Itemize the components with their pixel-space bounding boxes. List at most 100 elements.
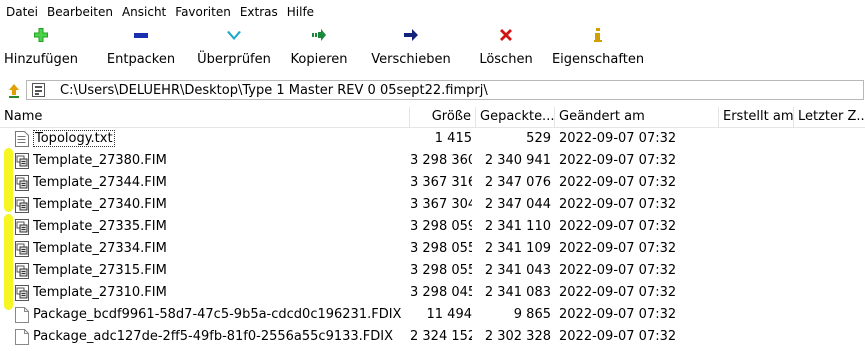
plus-icon bbox=[33, 27, 49, 43]
copy-button-label: Kopieren bbox=[290, 52, 348, 67]
file-name: Template_27310.FIM bbox=[33, 282, 167, 304]
delete-button[interactable]: Löschen bbox=[474, 24, 538, 72]
file-modified: 2022-09-07 07:32 bbox=[559, 329, 677, 344]
toolbar: Hinzufügen Entpacken Überprüfen Kopieren… bbox=[0, 24, 865, 72]
menu-extras[interactable]: Extras bbox=[240, 5, 278, 19]
copy-arrow-icon bbox=[311, 27, 327, 43]
file-row[interactable]: Template_27340.FIM 3 367 304 2 347 044 2022… bbox=[0, 194, 865, 216]
folder-up-icon[interactable] bbox=[6, 83, 22, 99]
fim-file-icon bbox=[15, 219, 29, 235]
fim-file-icon bbox=[15, 175, 29, 191]
file-row[interactable]: Template_27344.FIM 3 367 316 2 347 076 2022… bbox=[0, 172, 865, 194]
file-name-text: Template_27340.FIM bbox=[33, 197, 167, 212]
file-row[interactable]: Template_27380.FIM 3 298 360 2 340 941 2022… bbox=[0, 150, 865, 172]
file-name: Template_27340.FIM bbox=[33, 194, 167, 216]
file-packed-size: 2 341 109 bbox=[484, 241, 551, 256]
column-header-size[interactable]: Größe bbox=[410, 107, 476, 127]
add-button[interactable]: Hinzufügen bbox=[2, 24, 80, 72]
menu-hilfe[interactable]: Hilfe bbox=[287, 5, 314, 19]
file-modified: 2022-09-07 07:32 bbox=[559, 175, 677, 190]
path-text: C:\Users\DELUEHR\Desktop\Type 1 Master R… bbox=[60, 83, 488, 98]
column-header-created[interactable]: Erstellt am bbox=[719, 107, 794, 127]
file-name-text: Template_27344.FIM bbox=[33, 175, 167, 190]
file-size: 3 298 055 bbox=[410, 263, 472, 278]
file-size: 3 298 055 bbox=[410, 241, 472, 256]
copy-button[interactable]: Kopieren bbox=[286, 24, 352, 72]
file-name-text: Template_27310.FIM bbox=[33, 285, 167, 300]
file-name: Template_27380.FIM bbox=[33, 150, 167, 172]
file-row[interactable]: Template_27335.FIM 3 298 059 2 341 110 2022… bbox=[0, 216, 865, 238]
file-name-text: Template_27380.FIM bbox=[33, 153, 167, 168]
file-name-text: Template_27335.FIM bbox=[33, 219, 167, 234]
fim-file-icon bbox=[15, 263, 29, 279]
fim-file-icon bbox=[15, 197, 29, 213]
extract-button[interactable]: Entpacken bbox=[104, 24, 178, 72]
fim-file-icon bbox=[15, 285, 29, 301]
minus-icon bbox=[133, 27, 149, 43]
column-header-name[interactable]: Name bbox=[0, 107, 410, 127]
menu-favoriten[interactable]: Favoriten bbox=[175, 5, 231, 19]
file-row[interactable]: Package_adc127de-2ff5-49fb-81f0-2556a55c… bbox=[0, 326, 865, 348]
file-modified: 2022-09-07 07:32 bbox=[559, 153, 677, 168]
menu-bearbeiten[interactable]: Bearbeiten bbox=[47, 5, 113, 19]
file-modified: 2022-09-07 07:32 bbox=[559, 285, 677, 300]
menu-bar: Datei Bearbeiten Ansicht Favoriten Extra… bbox=[0, 0, 865, 24]
file-modified: 2022-09-07 07:32 bbox=[559, 219, 677, 234]
file-size: 3 298 059 bbox=[410, 219, 472, 234]
file-size: 3 298 045 bbox=[410, 285, 472, 300]
file-row[interactable]: Template_27310.FIM 3 298 045 2 341 083 2022… bbox=[0, 282, 865, 304]
file-packed-size: 2 341 110 bbox=[484, 219, 551, 234]
file-size: 1 415 bbox=[434, 131, 472, 146]
delete-x-icon bbox=[498, 27, 514, 43]
text-file-icon bbox=[15, 131, 29, 147]
menu-datei[interactable]: Datei bbox=[6, 5, 38, 19]
test-button[interactable]: Überprüfen bbox=[193, 24, 275, 72]
column-header-modified[interactable]: Geändert am bbox=[555, 107, 719, 127]
file-packed-size: 2 341 043 bbox=[484, 263, 551, 278]
file-packed-size: 529 bbox=[526, 131, 551, 146]
file-row[interactable]: Template_27315.FIM 3 298 055 2 341 043 2022… bbox=[0, 260, 865, 282]
file-row[interactable]: Package_bcdf9961-58d7-47c5-9b5a-cdcd0c19… bbox=[0, 304, 865, 326]
file-name: Topology.txt bbox=[33, 128, 115, 150]
blank-file-icon bbox=[15, 307, 29, 323]
file-row[interactable]: Topology.txt 1 415 529 2022-09-07 07:32 bbox=[0, 128, 865, 150]
file-name: Package_adc127de-2ff5-49fb-81f0-2556a55c… bbox=[33, 326, 393, 348]
file-name: Template_27344.FIM bbox=[33, 172, 167, 194]
file-packed-size: 2 302 328 bbox=[484, 329, 551, 344]
fim-file-icon bbox=[15, 241, 29, 257]
path-field[interactable]: C:\Users\DELUEHR\Desktop\Type 1 Master R… bbox=[26, 80, 864, 100]
file-name: Package_bcdf9961-58d7-47c5-9b5a-cdcd0c19… bbox=[33, 304, 401, 326]
properties-button-label: Eigenschaften bbox=[551, 52, 645, 67]
column-header-packed[interactable]: Gepackte... bbox=[476, 107, 555, 127]
file-modified: 2022-09-07 07:32 bbox=[559, 263, 677, 278]
file-name: Template_27334.FIM bbox=[33, 238, 167, 260]
file-size: 3 367 316 bbox=[410, 175, 472, 190]
menu-ansicht[interactable]: Ansicht bbox=[122, 5, 166, 19]
file-name-text: Package_bcdf9961-58d7-47c5-9b5a-cdcd0c19… bbox=[33, 307, 402, 322]
file-name-text: Template_27334.FIM bbox=[33, 241, 167, 256]
check-icon bbox=[226, 27, 242, 43]
file-modified: 2022-09-07 07:32 bbox=[559, 241, 677, 256]
archive-icon bbox=[32, 83, 45, 97]
info-icon bbox=[590, 27, 606, 43]
file-modified: 2022-09-07 07:32 bbox=[559, 197, 677, 212]
file-row[interactable]: Template_27334.FIM 3 298 055 2 341 109 2022… bbox=[0, 238, 865, 260]
move-button[interactable]: Verschieben bbox=[362, 24, 460, 72]
column-header: Name Größe Gepackte... Geändert am Erste… bbox=[0, 107, 865, 128]
file-name-text: Template_27315.FIM bbox=[33, 263, 167, 278]
path-bar: C:\Users\DELUEHR\Desktop\Type 1 Master R… bbox=[0, 80, 865, 102]
test-button-label: Überprüfen bbox=[197, 52, 271, 67]
extract-button-label: Entpacken bbox=[106, 52, 176, 67]
file-size: 3 298 360 bbox=[410, 153, 472, 168]
file-name-text: Package_adc127de-2ff5-49fb-81f0-2556a55c… bbox=[33, 329, 394, 344]
file-modified: 2022-09-07 07:32 bbox=[559, 307, 677, 322]
file-packed-size: 2 347 076 bbox=[484, 175, 551, 190]
file-packed-size: 2 341 083 bbox=[484, 285, 551, 300]
properties-button[interactable]: Eigenschaften bbox=[548, 24, 648, 72]
file-size: 2 324 152 bbox=[410, 329, 472, 344]
file-name: Template_27335.FIM bbox=[33, 216, 167, 238]
column-header-accessed[interactable]: Letzter Z... bbox=[794, 107, 865, 127]
file-list: Topology.txt 1 415 529 2022-09-07 07:32 Temp… bbox=[0, 128, 865, 348]
file-packed-size: 2 340 941 bbox=[484, 153, 551, 168]
move-button-label: Verschieben bbox=[371, 52, 451, 67]
